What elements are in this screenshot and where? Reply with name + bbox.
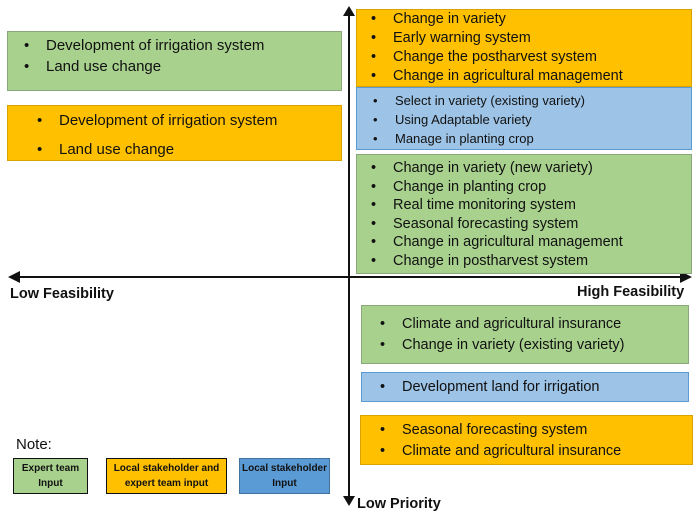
legend-title: Note:: [16, 436, 52, 453]
list-item: Select in variety (existing variety): [373, 91, 691, 110]
combined-box-top-left: Development of irrigation system Land us…: [7, 105, 342, 164]
legend-expert: Expert team Input: [13, 458, 88, 494]
vertical-axis: [348, 12, 350, 498]
list-item: Land use change: [24, 56, 341, 77]
expert-box-bottom-right: Climate and agricultural insurance Chang…: [361, 305, 689, 364]
list-item: Using Adaptable variety: [373, 110, 691, 129]
list-item: Development land for irrigation: [380, 373, 688, 401]
list-item: Land use change: [37, 135, 341, 164]
down-arrow-icon: [343, 496, 355, 506]
list-item: Change the postharvest system: [371, 48, 691, 67]
list-item: Change in planting crop: [371, 178, 691, 197]
up-arrow-icon: [343, 6, 355, 16]
list-item: Development of irrigation system: [24, 35, 341, 56]
local-box-top-right: Select in variety (existing variety) Usi…: [356, 87, 692, 150]
left-arrow-icon: [8, 271, 20, 283]
legend-expert-line2: Input: [38, 478, 63, 489]
list-item: Seasonal forecasting system: [371, 215, 691, 234]
high-feasibility-label: High Feasibility: [577, 284, 685, 300]
legend-expert-line1: Expert team: [21, 463, 80, 474]
list-item: Change in variety: [371, 10, 691, 29]
low-feasibility-label: Low Feasibility: [10, 286, 114, 302]
expert-box-top-right: Change in variety (new variety) Change i…: [356, 154, 692, 274]
list-item: Change in agricultural management: [371, 233, 691, 252]
list-item: Manage in planting crop: [373, 129, 691, 148]
legend-local-line2: Input: [272, 478, 297, 489]
combined-box-top-right: Change in variety Early warning system C…: [356, 9, 692, 87]
list-item: Climate and agricultural insurance: [380, 441, 692, 462]
legend-combined-line2: expert team input: [124, 478, 209, 489]
combined-box-bottom-right: Seasonal forecasting system Climate and …: [360, 415, 693, 465]
list-item: Development of irrigation system: [37, 106, 341, 135]
local-box-bottom-right: Development land for irrigation: [361, 372, 689, 402]
low-priority-label: Low Priority: [357, 496, 441, 512]
horizontal-axis: [16, 276, 684, 278]
expert-box-top-left: Development of irrigation system Land us…: [7, 31, 342, 91]
list-item: Change in agricultural management: [371, 67, 691, 86]
list-item: Real time monitoring system: [371, 196, 691, 215]
list-item: Seasonal forecasting system: [380, 420, 692, 441]
legend-local-line1: Local stakeholder: [241, 463, 328, 474]
legend-local: Local stakeholder Input: [239, 458, 330, 494]
list-item: Early warning system: [371, 29, 691, 48]
list-item: Change in variety (new variety): [371, 159, 691, 178]
legend-combined-line1: Local stakeholder and: [113, 463, 220, 474]
list-item: Change in postharvest system: [371, 252, 691, 271]
list-item: Climate and agricultural insurance: [380, 314, 688, 335]
legend-combined: Local stakeholder and expert team input: [106, 458, 227, 494]
list-item: Change in variety (existing variety): [380, 335, 688, 356]
